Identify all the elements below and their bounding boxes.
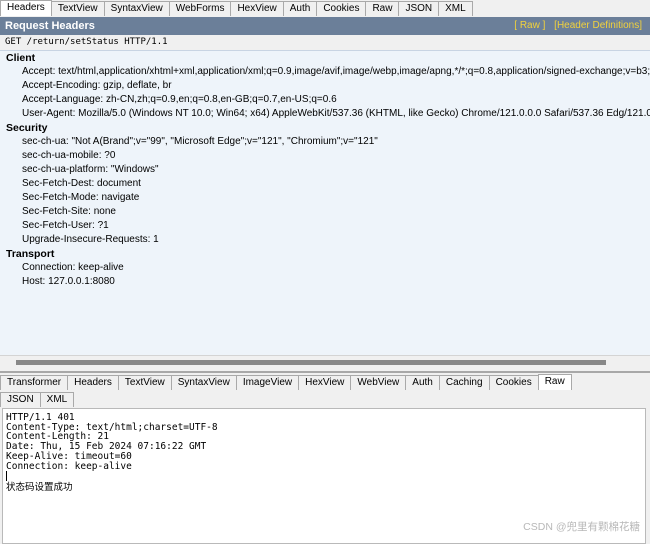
header-row[interactable]: Sec-Fetch-Mode: navigate: [22, 191, 650, 205]
request-headers-title: Request Headers: [5, 20, 95, 32]
request-inspector-tabs: Headers TextView SyntaxView WebForms HexView…: [0, 0, 650, 16]
horizontal-scrollbar[interactable]: [0, 355, 650, 370]
header-row[interactable]: Accept-Language: zh-CN,zh;q=0.9,en;q=0.8…: [22, 93, 650, 107]
header-definitions-link[interactable]: [Header Definitions]: [554, 20, 642, 31]
resp-tab-headers[interactable]: Headers: [67, 375, 119, 390]
resp-tab-syntaxview[interactable]: SyntaxView: [170, 375, 237, 390]
response-inspector-tabs: Transformer Headers TextView SyntaxView Imag…: [0, 374, 650, 390]
resp-tab-cookies[interactable]: Cookies: [488, 375, 539, 390]
header-row[interactable]: Accept-Encoding: gzip, deflate, br: [22, 79, 650, 93]
response-body: 状态码设置成功: [6, 482, 73, 494]
text-caret: [6, 471, 643, 482]
headers-tree: Client Accept: text/html,application/xhtm…: [0, 50, 650, 356]
req-tab-hexview[interactable]: HexView: [230, 1, 284, 16]
req-tab-headers[interactable]: Headers: [0, 0, 52, 16]
req-tab-json[interactable]: JSON: [398, 1, 440, 16]
resp-tab-hexview[interactable]: HexView: [298, 375, 352, 390]
resp-tab-imageview[interactable]: ImageView: [235, 375, 300, 390]
req-tab-xml[interactable]: XML: [438, 1, 473, 16]
header-row[interactable]: Accept: text/html,application/xhtml+xml,…: [22, 65, 650, 79]
header-row[interactable]: Sec-Fetch-Dest: document: [22, 177, 650, 191]
req-tab-syntaxview[interactable]: SyntaxView: [103, 1, 170, 16]
group-client[interactable]: Client: [6, 51, 650, 65]
resp-tab-xml[interactable]: XML: [39, 392, 75, 407]
header-row[interactable]: Sec-Fetch-Site: none: [22, 205, 650, 219]
watermark: CSDN @兜里有颗棉花糖: [523, 521, 640, 533]
req-tab-cookies[interactable]: Cookies: [316, 1, 367, 16]
req-tab-raw[interactable]: Raw: [365, 1, 400, 16]
resp-tab-json[interactable]: JSON: [0, 392, 41, 407]
response-line: Connection: keep-alive: [6, 460, 132, 472]
resp-tab-auth[interactable]: Auth: [405, 375, 440, 390]
header-row[interactable]: Connection: keep-alive: [22, 261, 650, 275]
resp-tab-transformer[interactable]: Transformer: [0, 375, 69, 390]
header-links: [ Raw ] [Header Definitions]: [508, 17, 642, 35]
raw-link[interactable]: [ Raw ]: [514, 20, 545, 31]
request-line: GET /return/setStatus HTTP/1.1: [5, 37, 168, 47]
header-row[interactable]: Host: 127.0.0.1:8080: [22, 275, 650, 289]
req-tab-auth[interactable]: Auth: [282, 1, 318, 16]
group-transport[interactable]: Transport: [6, 247, 650, 261]
req-tab-webforms[interactable]: WebForms: [168, 1, 232, 16]
resp-tab-textview[interactable]: TextView: [117, 375, 172, 390]
header-row[interactable]: Sec-Fetch-User: ?1: [22, 219, 650, 233]
header-row[interactable]: sec-ch-ua: "Not A(Brand";v="99", "Micros…: [22, 135, 650, 149]
resp-tab-raw[interactable]: Raw: [537, 374, 572, 390]
header-row[interactable]: User-Agent: Mozilla/5.0 (Windows NT 10.0…: [22, 107, 650, 121]
resp-tab-caching[interactable]: Caching: [438, 375, 490, 390]
panel-splitter[interactable]: [0, 371, 650, 373]
resp-tab-webview[interactable]: WebView: [350, 375, 407, 390]
req-tab-textview[interactable]: TextView: [50, 1, 105, 16]
header-row[interactable]: Upgrade-Insecure-Requests: 1: [22, 233, 650, 247]
header-row[interactable]: sec-ch-ua-platform: "Windows": [22, 163, 650, 177]
group-security[interactable]: Security: [6, 121, 650, 135]
scrollbar-thumb[interactable]: [16, 360, 606, 365]
header-row[interactable]: sec-ch-ua-mobile: ?0: [22, 149, 650, 163]
response-inspector-tabs-row2: JSON XML: [0, 391, 75, 407]
request-headers-bar: Request Headers [ Raw ] [Header Definiti…: [0, 17, 650, 35]
